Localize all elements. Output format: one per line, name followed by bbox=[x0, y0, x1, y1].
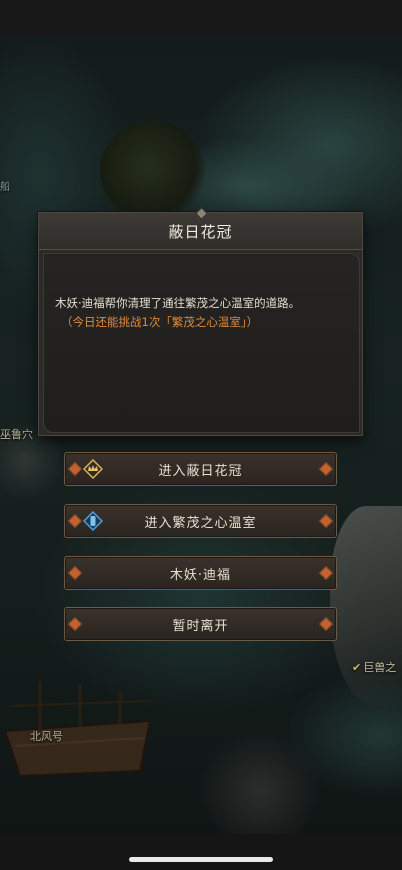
dialog-title: 蔽日花冠 bbox=[168, 222, 233, 241]
map-label-ship[interactable]: 北风号 bbox=[30, 728, 63, 744]
map-label-left[interactable]: 巫鲁穴 bbox=[0, 426, 33, 442]
dialog-header: 蔽日花冠 bbox=[39, 207, 362, 250]
crystal-icon bbox=[83, 511, 103, 531]
status-bar bbox=[0, 0, 402, 36]
button-gem-left-icon bbox=[67, 513, 83, 529]
bottom-bar bbox=[0, 834, 402, 870]
map-label-top-left: 船 bbox=[0, 182, 10, 193]
crown-icon bbox=[83, 459, 103, 479]
dialog-note: （今日还能挑战1次「繁茂之心温室」） bbox=[61, 315, 259, 329]
map-label-right[interactable]: ✔ 巨兽之 bbox=[352, 659, 396, 675]
check-icon: ✔ bbox=[352, 661, 362, 674]
enter-greenhouse-label: 进入繁茂之心温室 bbox=[144, 515, 257, 531]
button-gem-right-icon bbox=[318, 513, 334, 529]
dialog-message: 木妖·迪福帮你清理了通往繁茂之心温室的道路。 bbox=[55, 296, 301, 310]
enter-crown-label: 进入蔽日花冠 bbox=[158, 463, 243, 479]
dialog-body bbox=[43, 253, 360, 433]
event-dialog: 蔽日花冠 木妖·迪福帮你清理了通往繁茂之心温室的道路。 （今日还能挑战1次「繁茂… bbox=[38, 207, 363, 436]
map-label-right-text: 巨兽之 bbox=[363, 661, 397, 674]
enter-greenhouse-button[interactable]: 进入繁茂之心温室 bbox=[64, 504, 337, 538]
home-indicator[interactable] bbox=[129, 857, 273, 862]
leave-label: 暂时离开 bbox=[172, 618, 229, 634]
button-gem-left-icon bbox=[67, 461, 83, 477]
leave-button[interactable]: 暂时离开 bbox=[64, 607, 337, 641]
talk-difu-button[interactable]: 木妖·迪福 bbox=[64, 556, 337, 590]
button-gem-left-icon bbox=[67, 616, 83, 632]
button-gem-right-icon bbox=[318, 565, 334, 581]
button-gem-left-icon bbox=[67, 565, 83, 581]
button-gem-right-icon bbox=[318, 616, 334, 632]
enter-crown-button[interactable]: 进入蔽日花冠 bbox=[64, 452, 337, 486]
talk-difu-label: 木妖·迪福 bbox=[169, 567, 232, 583]
button-gem-right-icon bbox=[318, 461, 334, 477]
